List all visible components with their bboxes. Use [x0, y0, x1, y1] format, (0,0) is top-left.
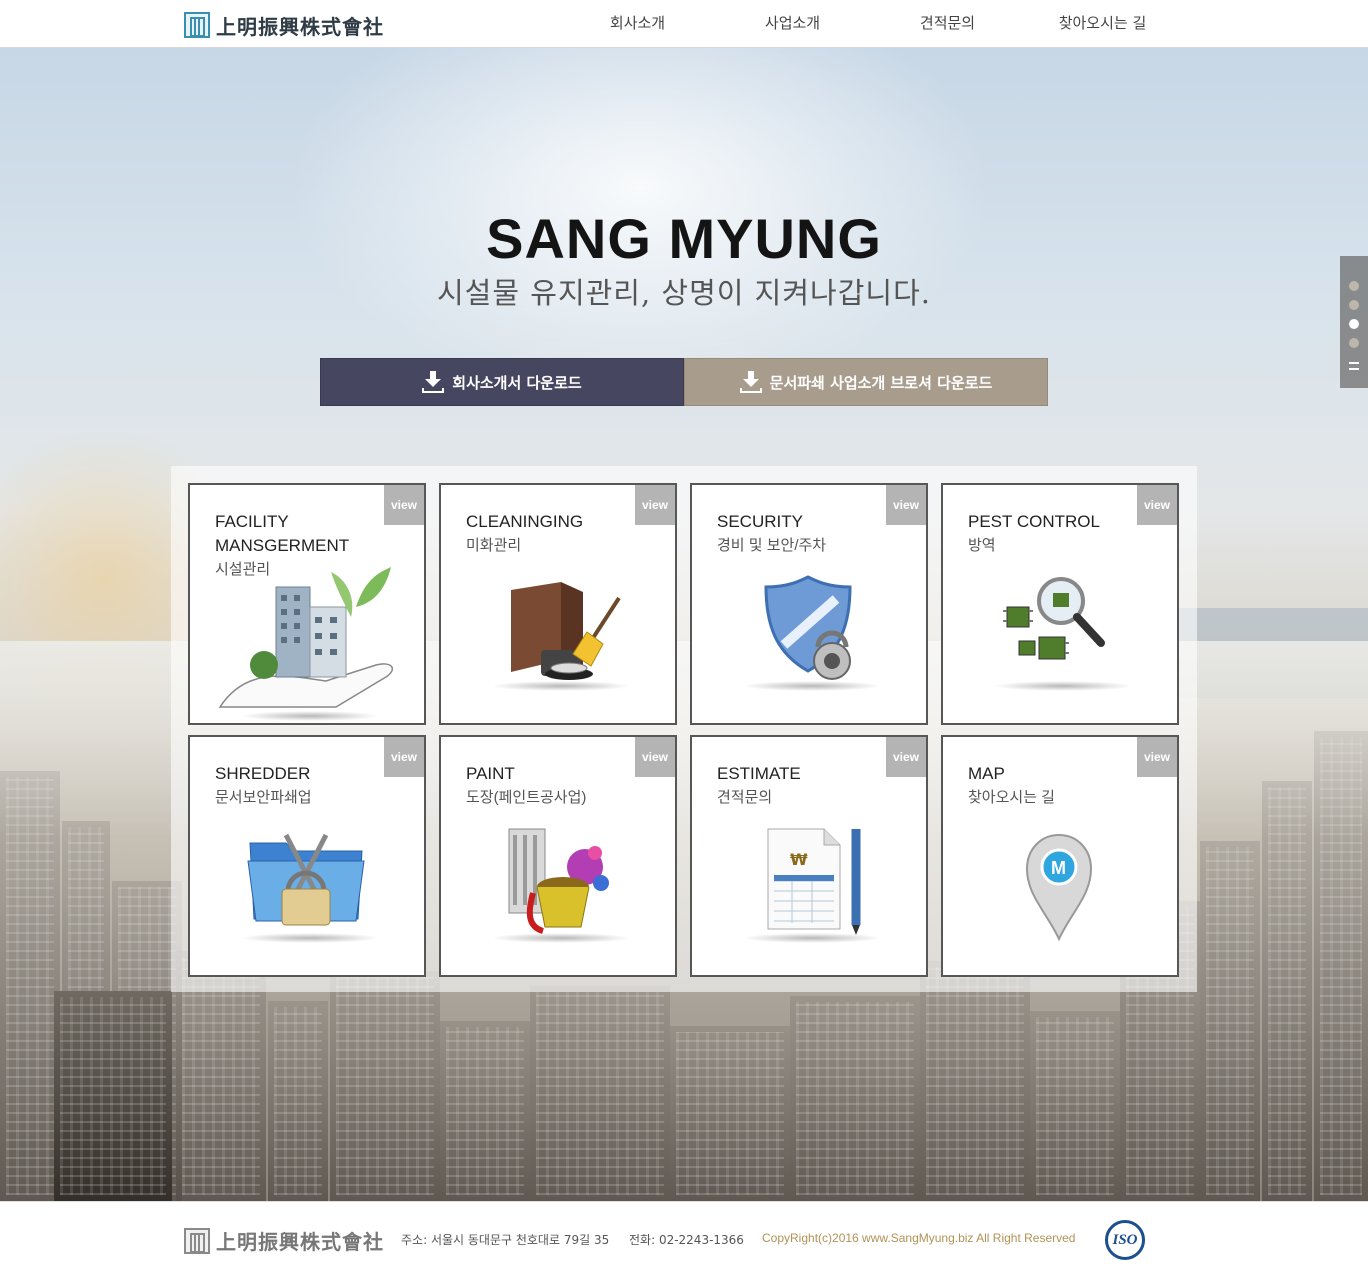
view-button[interactable]: view	[1137, 485, 1177, 525]
slide-dot-3[interactable]	[1349, 319, 1359, 329]
service-title-ko: 찾아오시는 길	[968, 789, 1055, 806]
logo-mark-icon	[184, 1227, 210, 1254]
footer-copyright: CopyRight(c)2016 www.SangMyung.biz All R…	[762, 1231, 1076, 1245]
services-panel: FACILITY MANSGERMENT 시설관리 view CLEANINGIN…	[171, 466, 1197, 992]
service-title-ko: 도장(페인트공사업)	[466, 789, 587, 806]
brochure-download-label: 문서파쇄 사업소개 브로셔 다운로드	[769, 373, 993, 392]
slide-dot-1[interactable]	[1349, 281, 1359, 291]
service-title-en: SECURITY	[717, 512, 803, 531]
slide-pager	[1340, 256, 1368, 388]
site-footer: 上明振興株式會社 주소: 서울시 동대문구 천호대로 79길 35 전화: 02…	[0, 1201, 1368, 1275]
invoice-pen-icon: ₩	[767, 828, 861, 935]
service-title-en: PEST CONTROL	[968, 512, 1100, 531]
shield-lock-icon	[764, 575, 852, 680]
footer-logo-text: 上明振興株式會社	[216, 1230, 384, 1254]
map-pin-icon: M	[1025, 833, 1093, 942]
hero-subtitle: 시설물 유지관리, 상명이 지켜나갑니다.	[437, 276, 931, 310]
service-title-en: ESTIMATE	[717, 764, 801, 783]
svg-text:₩: ₩	[790, 850, 808, 869]
pager-menu-icon[interactable]	[1349, 362, 1359, 370]
service-card-facility[interactable]: FACILITY MANSGERMENT 시설관리 view	[188, 483, 426, 725]
footer-logo: 上明振興株式會社	[184, 1226, 384, 1255]
company-intro-download-button[interactable]: 회사소개서 다운로드	[320, 358, 684, 406]
service-title-en: MAP	[968, 764, 1005, 783]
view-button[interactable]: view	[1137, 737, 1177, 777]
cleaning-box-broom-icon	[511, 582, 621, 680]
magnifier-bugs-icon	[1003, 577, 1105, 660]
view-button[interactable]: view	[384, 485, 424, 525]
service-title-en: CLEANINGING	[466, 512, 584, 531]
slide-dot-4[interactable]	[1349, 338, 1359, 348]
site-header: 上明振興株式會社 회사소개 사업소개 견적문의 찾아오시는 길	[0, 0, 1368, 48]
footer-phone: 전화: 02-2243-1366	[629, 1233, 744, 1247]
slide-dot-2[interactable]	[1349, 300, 1359, 310]
iso-badge-icon: ISO	[1105, 1220, 1145, 1260]
service-card-estimate[interactable]: ESTIMATE 견적문의 view ₩	[690, 735, 928, 977]
service-card-cleaning[interactable]: CLEANINGING 미화관리 view	[439, 483, 677, 725]
nav-business-intro[interactable]: 사업소개	[715, 0, 870, 48]
building-in-hand-icon	[218, 567, 394, 708]
download-icon	[739, 371, 762, 393]
hero-section: SANG MYUNG 시설물 유지관리, 상명이 지켜나갑니다. 회사소개서 다…	[0, 48, 1368, 1201]
main-nav: 회사소개 사업소개 견적문의 찾아오시는 길	[560, 0, 1180, 48]
paint-bucket-icon	[508, 828, 609, 934]
company-intro-download-label: 회사소개서 다운로드	[452, 373, 582, 392]
service-title-ko: 견적문의	[717, 789, 773, 806]
nav-estimate[interactable]: 견적문의	[870, 0, 1025, 48]
logo-mark-icon	[184, 12, 210, 38]
view-button[interactable]: view	[886, 737, 926, 777]
view-button[interactable]: view	[635, 737, 675, 777]
brochure-download-button[interactable]: 문서파쇄 사업소개 브로셔 다운로드	[684, 358, 1048, 406]
folder-scissors-lock-icon	[247, 833, 365, 926]
hero-title: SANG MYUNG	[486, 207, 882, 270]
download-buttons: 회사소개서 다운로드 문서파쇄 사업소개 브로셔 다운로드	[320, 358, 1048, 406]
service-title-ko: 미화관리	[466, 537, 522, 554]
service-title-en: PAINT	[466, 764, 515, 783]
service-card-security[interactable]: SECURITY 경비 및 보안/주차 view	[690, 483, 928, 725]
footer-address: 주소: 서울시 동대문구 천호대로 79길 35	[401, 1233, 610, 1247]
nav-company-intro[interactable]: 회사소개	[560, 0, 715, 48]
service-card-map[interactable]: MAP 찾아오시는 길 view M	[941, 735, 1179, 977]
service-title-ko: 방역	[968, 537, 996, 554]
site-logo[interactable]: 上明振興株式會社	[184, 11, 384, 39]
svg-text:M: M	[1051, 858, 1066, 878]
service-card-pest-control[interactable]: PEST CONTROL 방역 view	[941, 483, 1179, 725]
service-title-en: SHREDDER	[215, 764, 311, 783]
service-card-shredder[interactable]: SHREDDER 문서보안파쇄업 view	[188, 735, 426, 977]
view-button[interactable]: view	[886, 485, 926, 525]
download-icon	[422, 371, 445, 393]
service-title-en: FACILITY MANSGERMENT	[215, 512, 350, 555]
nav-directions[interactable]: 찾아오시는 길	[1025, 0, 1180, 48]
view-button[interactable]: view	[384, 737, 424, 777]
service-title-ko: 경비 및 보안/주차	[717, 537, 827, 554]
logo-text: 上明振興株式會社	[216, 14, 384, 39]
service-card-paint[interactable]: PAINT 도장(페인트공사업) view	[439, 735, 677, 977]
view-button[interactable]: view	[635, 485, 675, 525]
service-title-ko: 문서보안파쇄업	[215, 789, 312, 806]
